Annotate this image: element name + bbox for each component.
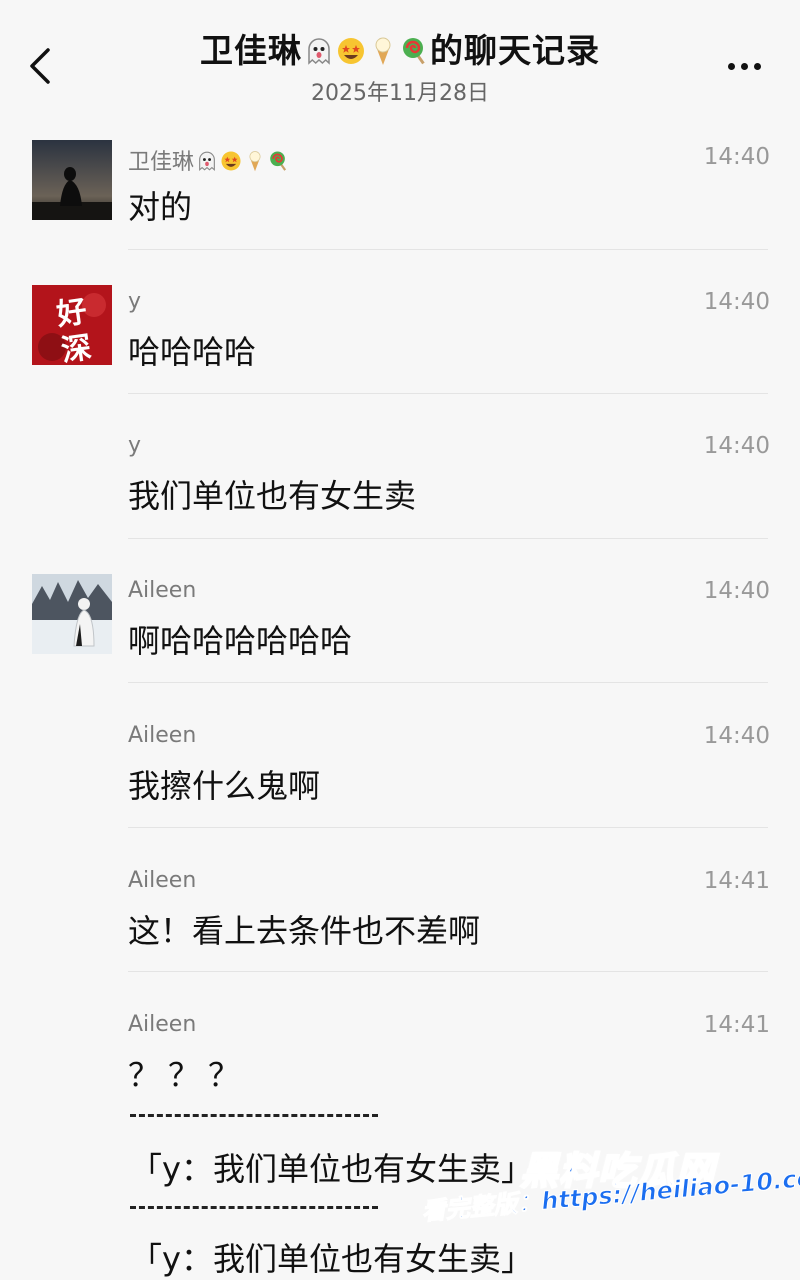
quote-separator: [130, 1114, 378, 1117]
red-calligraphy-avatar-icon: 好 深: [32, 285, 112, 365]
message-item[interactable]: 好 深 y 14:40 哈哈哈哈: [0, 285, 800, 429]
dark-silhouette-avatar-icon: [32, 140, 112, 220]
sender-name: y: [128, 289, 142, 314]
message-item[interactable]: Aileen 14:40 啊哈哈哈哈哈哈: [0, 574, 800, 718]
more-options-button[interactable]: [716, 44, 772, 88]
message-time: 14:40: [703, 289, 770, 315]
message-time: 14:40: [703, 144, 770, 170]
message-text: 啊哈哈哈哈哈哈: [128, 622, 353, 660]
more-dot: [740, 62, 748, 70]
message-text: 这！看上去条件也不差啊: [128, 912, 481, 950]
avatar[interactable]: [32, 574, 112, 654]
message-text: 哈哈哈哈: [128, 333, 257, 371]
title-suffix: 的聊天记录: [430, 31, 600, 70]
message-time: 14:41: [703, 868, 770, 894]
star-struck-emoji-icon: [338, 38, 364, 64]
divider: [128, 538, 768, 539]
message-text: 对的: [128, 188, 193, 226]
chat-history-header: 卫佳琳 的聊天记录 2025年11月28日: [0, 0, 800, 120]
title-name: 卫佳琳: [200, 31, 302, 70]
message-time: 14:40: [703, 433, 770, 459]
snow-scene-avatar-icon: [32, 574, 112, 654]
chat-date: 2025年11月28日: [311, 81, 489, 106]
avatar[interactable]: 好 深: [32, 285, 112, 365]
ice-cream-emoji-icon: [375, 37, 391, 65]
sender-name-text: 卫佳琳: [128, 150, 195, 175]
message-time: 14:40: [703, 723, 770, 749]
lollipop-emoji-icon: [270, 151, 287, 171]
message-time: 14:40: [703, 578, 770, 604]
ice-cream-emoji-icon: [249, 151, 261, 172]
sender-name: y: [128, 433, 142, 458]
page-title: 卫佳琳 的聊天记录: [0, 24, 800, 72]
divider: [128, 249, 768, 250]
divider: [128, 971, 768, 972]
sender-name: Aileen: [128, 578, 197, 603]
message-time: 14:41: [703, 1012, 770, 1038]
sender-name: 卫佳琳: [128, 144, 290, 176]
divider: [128, 827, 768, 828]
svg-text:好: 好: [54, 294, 90, 333]
message-text: 我们单位也有女生卖: [128, 477, 417, 515]
star-struck-emoji-icon: [221, 151, 241, 171]
message-text: 我擦什么鬼啊: [128, 767, 321, 805]
more-dots-icon: [727, 62, 735, 70]
more-dot: [753, 62, 761, 70]
sender-name: Aileen: [128, 723, 197, 748]
divider: [128, 393, 768, 394]
ghost-emoji-icon: [199, 151, 215, 172]
ghost-emoji-icon: [308, 38, 330, 65]
lollipop-emoji-icon: [403, 38, 425, 65]
message-item[interactable]: y 14:40 我们单位也有女生卖: [0, 429, 800, 573]
sender-name: Aileen: [128, 868, 197, 893]
watermark: 黑料吃瓜网 看完整版：https://heiliao-10.com: [420, 1140, 800, 1280]
sender-name: Aileen: [128, 1012, 197, 1037]
divider: [128, 682, 768, 683]
message-item[interactable]: 卫佳琳 14:40 对的: [0, 140, 800, 284]
quote-separator: [130, 1206, 378, 1209]
message-item[interactable]: Aileen 14:41 这！看上去条件也不差啊: [0, 864, 800, 1008]
message-text: ？？？: [128, 1056, 249, 1094]
message-item[interactable]: Aileen 14:40 我擦什么鬼啊: [0, 719, 800, 863]
avatar[interactable]: [32, 140, 112, 220]
svg-text:深: 深: [59, 330, 94, 365]
